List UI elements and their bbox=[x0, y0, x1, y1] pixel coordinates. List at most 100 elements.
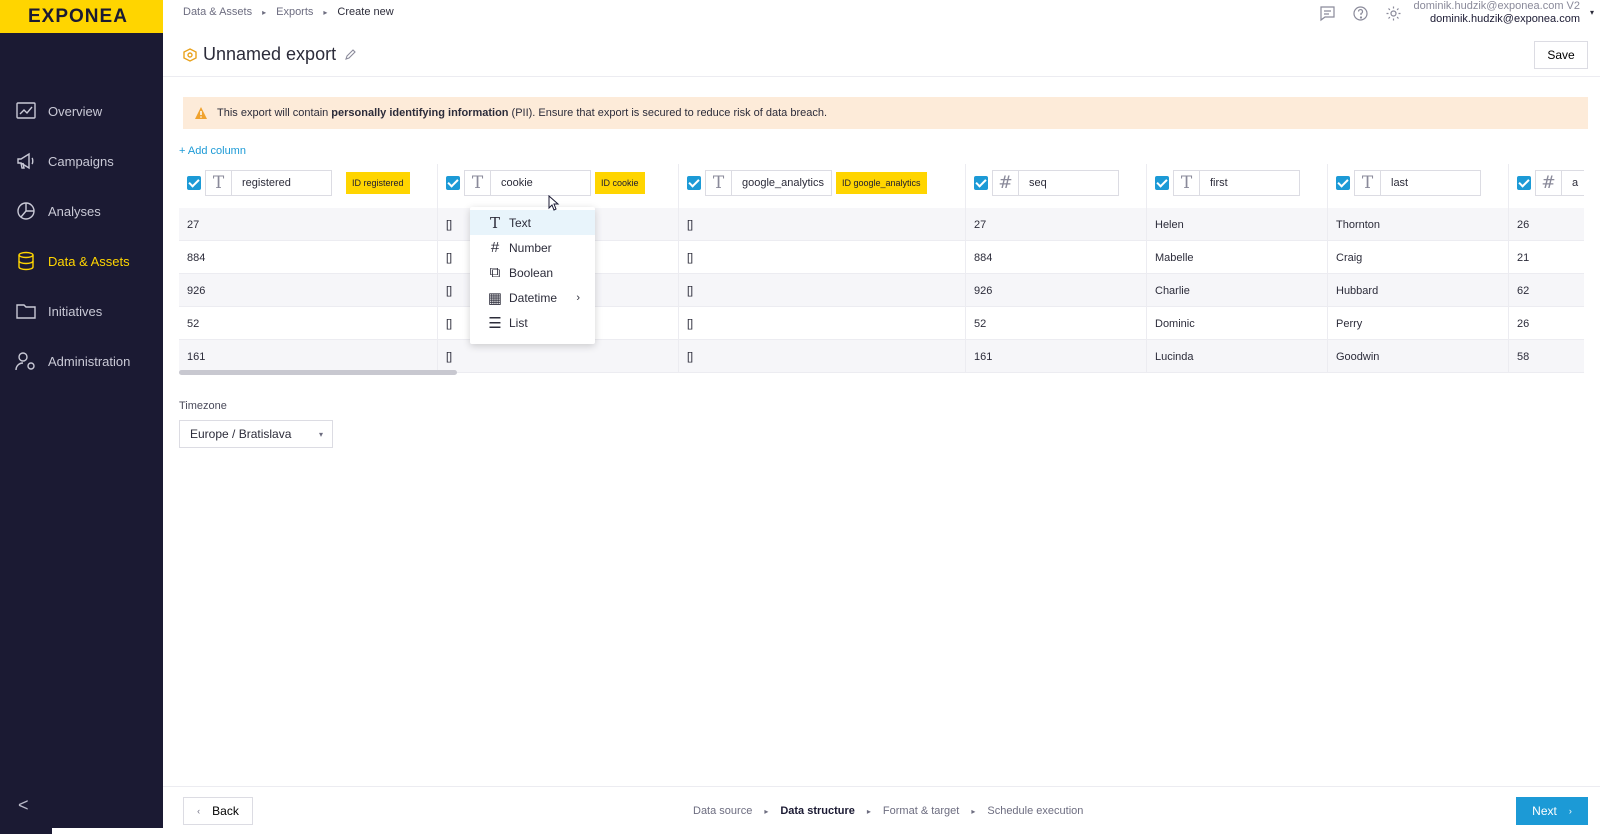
menu-item-boolean[interactable]: ⧉ Boolean bbox=[470, 260, 595, 285]
column-include-checkbox[interactable] bbox=[1155, 176, 1169, 190]
sidebar-item-label: Overview bbox=[48, 103, 103, 119]
sidebar-item-data-assets[interactable]: Data & Assets bbox=[0, 236, 163, 286]
column-type-selector[interactable]: T bbox=[1173, 170, 1199, 196]
column-type-selector[interactable]: T bbox=[1354, 170, 1380, 196]
pie-chart-icon bbox=[17, 202, 35, 220]
page-header: Unnamed export Save bbox=[163, 33, 1600, 77]
sidebar-item-label: Administration bbox=[48, 353, 131, 369]
help-icon[interactable] bbox=[1352, 5, 1369, 22]
folder-icon bbox=[16, 304, 36, 319]
export-name: Unnamed export bbox=[203, 44, 337, 64]
id-badge: ID registered bbox=[346, 172, 410, 194]
table-cell: Lucinda bbox=[1147, 340, 1328, 373]
table-cell: Charlie bbox=[1147, 274, 1328, 307]
column-name-input[interactable]: first bbox=[1199, 170, 1300, 196]
table-cell: 27 bbox=[966, 208, 1147, 241]
column-include-checkbox[interactable] bbox=[446, 176, 460, 190]
chevron-down-icon: ▾ bbox=[318, 430, 323, 439]
sidebar-item-overview[interactable]: Overview bbox=[0, 86, 163, 136]
overview-icon bbox=[16, 102, 36, 119]
column-type-selector[interactable]: # bbox=[1535, 170, 1561, 196]
wizard-footer: ‹ Back Data source ▸ Data structure ▸ Fo… bbox=[163, 786, 1600, 834]
step-format-target[interactable]: Format & target bbox=[883, 805, 959, 817]
back-button[interactable]: ‹ Back bbox=[183, 797, 253, 825]
breadcrumb-exports[interactable]: Exports bbox=[276, 6, 313, 18]
timezone-select[interactable]: Europe / Bratislava ▾ bbox=[179, 420, 333, 448]
horizontal-scrollbar[interactable] bbox=[179, 370, 457, 375]
gear-icon[interactable] bbox=[1385, 5, 1402, 22]
table-cell: 62 bbox=[1509, 274, 1584, 307]
breadcrumb-create-new: Create new bbox=[337, 6, 394, 18]
banner-text-post: (PII). Ensure that export is secured to … bbox=[511, 107, 828, 119]
sidebar-item-campaigns[interactable]: Campaigns bbox=[0, 136, 163, 186]
user-account-secondary: dominik.hudzik@exponea.com V2 bbox=[1413, 0, 1580, 12]
collapse-sidebar-icon[interactable]: < bbox=[18, 795, 29, 816]
sidebar-item-analyses[interactable]: Analyses bbox=[0, 186, 163, 236]
column-name-input[interactable]: last bbox=[1380, 170, 1481, 196]
divider bbox=[52, 828, 163, 834]
breadcrumb-data-assets[interactable]: Data & Assets bbox=[183, 6, 252, 18]
column-include-checkbox[interactable] bbox=[1517, 176, 1531, 190]
column-type-selector[interactable]: # bbox=[992, 170, 1018, 196]
column-type-selector[interactable]: T bbox=[705, 170, 731, 196]
table-cell: 884 bbox=[966, 241, 1147, 274]
column-include-checkbox[interactable] bbox=[1336, 176, 1350, 190]
table-cell: [] bbox=[438, 340, 679, 373]
column-name-input[interactable]: registered bbox=[231, 170, 332, 196]
column-name-input[interactable]: seq bbox=[1018, 170, 1119, 196]
table-cell: 21 bbox=[1509, 241, 1584, 274]
topbar: Data & Assets ▸ Exports ▸ Create new dom… bbox=[163, 0, 1600, 33]
sidebar-item-label: Campaigns bbox=[48, 153, 114, 169]
exponea-logo[interactable]: EXPONEA bbox=[0, 0, 163, 33]
pii-warning-banner: This export will contain personally iden… bbox=[183, 97, 1588, 129]
sidebar-nav: Overview Campaigns Analyses Data & Asset… bbox=[0, 86, 163, 386]
banner-text-bold: personally identifying information bbox=[331, 107, 509, 119]
pencil-icon[interactable] bbox=[344, 48, 356, 61]
table-cell: 58 bbox=[1509, 340, 1584, 373]
step-separator: ▸ bbox=[971, 806, 976, 816]
step-schedule-execution[interactable]: Schedule execution bbox=[987, 805, 1083, 817]
sidebar-item-label: Initiatives bbox=[48, 303, 103, 319]
next-label: Next bbox=[1532, 804, 1557, 818]
menu-item-label: List bbox=[509, 315, 528, 330]
column-type-selector[interactable]: T bbox=[205, 170, 231, 196]
table-cell: 161 bbox=[179, 340, 438, 373]
menu-item-list[interactable]: ☰ List bbox=[470, 310, 595, 335]
column-include-checkbox[interactable] bbox=[687, 176, 701, 190]
menu-item-datetime[interactable]: ▦ Datetime › bbox=[470, 285, 595, 310]
step-data-structure[interactable]: Data structure bbox=[780, 805, 855, 817]
column-name-input[interactable]: cookie bbox=[490, 170, 591, 196]
menu-item-text[interactable]: T Text bbox=[470, 210, 595, 235]
table-cell: Mabelle bbox=[1147, 241, 1328, 274]
sidebar: EXPONEA Overview Campaigns Analyses Data… bbox=[0, 0, 163, 834]
sidebar-item-administration[interactable]: Administration bbox=[0, 336, 163, 386]
chat-icon[interactable] bbox=[1319, 5, 1336, 22]
menu-item-label: Text bbox=[509, 215, 532, 230]
list-type-icon: ☰ bbox=[488, 314, 502, 332]
user-menu[interactable]: dominik.hudzik@exponea.com V2 dominik.hu… bbox=[1413, 0, 1594, 26]
table-cell: 926 bbox=[179, 274, 438, 307]
table-row: 161[][] 161 Lucinda Goodwin 58 bbox=[179, 340, 1584, 373]
save-button[interactable]: Save bbox=[1534, 41, 1588, 69]
table-cell: Perry bbox=[1328, 307, 1509, 340]
sidebar-item-initiatives[interactable]: Initiatives bbox=[0, 286, 163, 336]
menu-item-number[interactable]: # Number bbox=[470, 235, 595, 260]
sidebar-item-label: Analyses bbox=[48, 203, 101, 219]
table-cell: Craig bbox=[1328, 241, 1509, 274]
table-cell: 26 bbox=[1509, 208, 1584, 241]
step-data-source[interactable]: Data source bbox=[693, 805, 752, 817]
column-header: # a bbox=[1509, 164, 1584, 208]
breadcrumb: Data & Assets ▸ Exports ▸ Create new bbox=[183, 6, 394, 18]
column-header: T last bbox=[1328, 164, 1509, 208]
column-type-selector[interactable]: T bbox=[464, 170, 490, 196]
step-separator: ▸ bbox=[764, 806, 769, 816]
column-include-checkbox[interactable] bbox=[974, 176, 988, 190]
column-name-input[interactable]: google_analytics bbox=[731, 170, 832, 196]
column-include-checkbox[interactable] bbox=[187, 176, 201, 190]
table-cell: [] bbox=[679, 241, 966, 274]
column-name-input[interactable]: a bbox=[1561, 170, 1584, 196]
add-column-link[interactable]: + Add column bbox=[179, 145, 246, 157]
id-badge: ID cookie bbox=[595, 172, 645, 194]
next-button[interactable]: Next › bbox=[1516, 797, 1588, 825]
column-header: T first bbox=[1147, 164, 1328, 208]
